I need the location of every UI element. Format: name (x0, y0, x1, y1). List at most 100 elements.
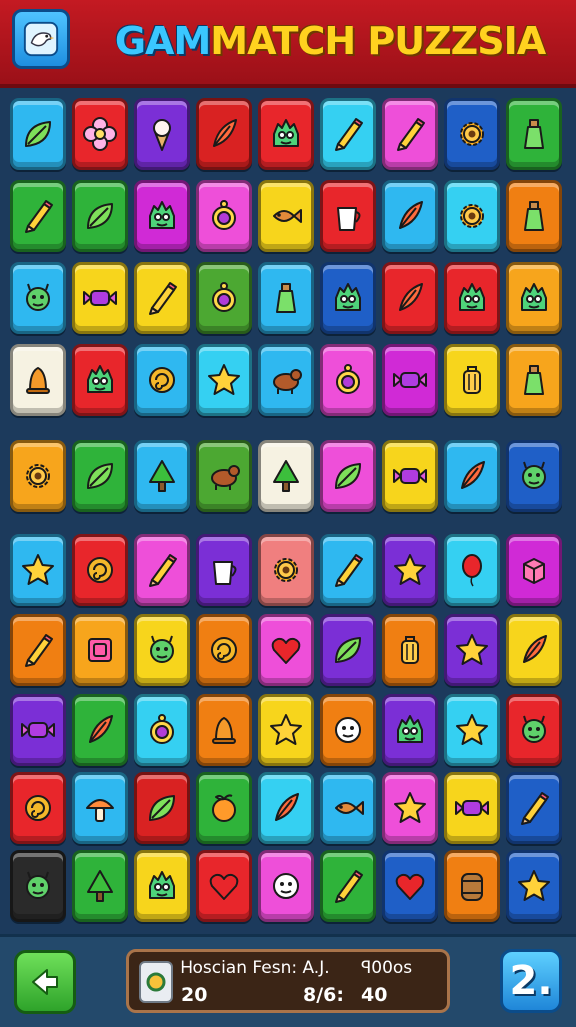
game-tile[interactable] (134, 772, 190, 844)
bottom-bar: Ꮋoscian Fesn: A.J. ꟼ00os 20 8/6: 40 2. (0, 934, 576, 1027)
game-tile[interactable] (134, 850, 190, 922)
game-tile[interactable] (10, 440, 66, 512)
game-tile[interactable] (134, 440, 190, 512)
game-tile[interactable] (10, 694, 66, 766)
game-tile[interactable] (196, 440, 252, 512)
back-button[interactable] (14, 950, 76, 1014)
game-tile[interactable] (382, 440, 438, 512)
game-tile[interactable] (258, 180, 314, 252)
game-tile[interactable] (506, 772, 562, 844)
game-tile[interactable] (72, 772, 128, 844)
game-tile[interactable] (72, 694, 128, 766)
game-tile[interactable] (134, 180, 190, 252)
game-tile[interactable] (10, 180, 66, 252)
game-tile[interactable] (10, 262, 66, 334)
game-tile[interactable] (444, 534, 500, 606)
game-tile[interactable] (196, 534, 252, 606)
game-tile[interactable] (134, 98, 190, 170)
game-tile[interactable] (382, 694, 438, 766)
game-tile[interactable] (134, 344, 190, 416)
game-tile[interactable] (10, 772, 66, 844)
leaf-icon (25, 121, 51, 147)
game-tile[interactable] (506, 534, 562, 606)
game-tile[interactable] (72, 98, 128, 170)
game-tile[interactable] (196, 694, 252, 766)
pencil-icon (149, 554, 177, 587)
game-tile[interactable] (506, 262, 562, 334)
game-tile[interactable] (258, 694, 314, 766)
game-tile[interactable] (258, 440, 314, 512)
game-tile[interactable] (258, 772, 314, 844)
game-tile[interactable] (72, 534, 128, 606)
game-tile[interactable] (196, 344, 252, 416)
game-tile[interactable] (10, 534, 66, 606)
game-tile[interactable] (444, 98, 500, 170)
game-tile[interactable] (258, 344, 314, 416)
game-tile[interactable] (506, 614, 562, 686)
game-tile[interactable] (134, 614, 190, 686)
game-tile[interactable] (382, 98, 438, 170)
game-tile[interactable] (444, 344, 500, 416)
game-tile[interactable] (444, 614, 500, 686)
game-tile[interactable] (10, 614, 66, 686)
game-tile[interactable] (506, 180, 562, 252)
game-tile[interactable] (10, 850, 66, 922)
game-tile[interactable] (382, 180, 438, 252)
game-tile[interactable] (382, 772, 438, 844)
game-tile[interactable] (444, 772, 500, 844)
game-tile[interactable] (72, 262, 128, 334)
monster-icon (521, 283, 547, 311)
game-tile[interactable] (134, 534, 190, 606)
game-tile[interactable] (258, 262, 314, 334)
game-tile[interactable] (72, 344, 128, 416)
game-tile[interactable] (506, 98, 562, 170)
game-tile[interactable] (320, 440, 376, 512)
game-tile[interactable] (196, 180, 252, 252)
game-tile[interactable] (134, 262, 190, 334)
game-tile[interactable] (320, 694, 376, 766)
game-tile[interactable] (196, 850, 252, 922)
game-tile[interactable] (506, 694, 562, 766)
game-tile[interactable] (444, 440, 500, 512)
game-tile[interactable] (382, 534, 438, 606)
game-tile[interactable] (382, 850, 438, 922)
game-tile[interactable] (320, 344, 376, 416)
game-tile[interactable] (258, 534, 314, 606)
game-tile[interactable] (258, 98, 314, 170)
game-tile[interactable] (196, 614, 252, 686)
game-tile[interactable] (320, 534, 376, 606)
game-tile[interactable] (382, 614, 438, 686)
game-tile[interactable] (506, 850, 562, 922)
game-tile[interactable] (72, 614, 128, 686)
game-tile[interactable] (506, 344, 562, 416)
game-tile[interactable] (10, 98, 66, 170)
game-tile[interactable] (506, 440, 562, 512)
game-tile[interactable] (320, 850, 376, 922)
game-tile[interactable] (320, 180, 376, 252)
level-button[interactable]: 2. (500, 949, 562, 1013)
game-tile[interactable] (72, 440, 128, 512)
game-tile[interactable] (258, 850, 314, 922)
game-tile[interactable] (134, 694, 190, 766)
game-tile[interactable] (196, 98, 252, 170)
game-tile[interactable] (72, 850, 128, 922)
game-tile[interactable] (444, 850, 500, 922)
pencil-icon (25, 634, 53, 667)
game-tile[interactable] (10, 344, 66, 416)
ring-icon (150, 714, 174, 744)
game-tile[interactable] (382, 344, 438, 416)
game-tile[interactable] (258, 614, 314, 686)
game-tile[interactable] (320, 262, 376, 334)
game-tile[interactable] (72, 180, 128, 252)
menu-button[interactable] (12, 9, 70, 69)
game-tile[interactable] (320, 98, 376, 170)
game-tile[interactable] (382, 262, 438, 334)
game-tile[interactable] (196, 772, 252, 844)
game-tile[interactable] (320, 772, 376, 844)
game-tile[interactable] (444, 180, 500, 252)
game-tile[interactable] (320, 614, 376, 686)
game-tile[interactable] (444, 262, 500, 334)
game-tile[interactable] (444, 694, 500, 766)
cup-icon (337, 207, 361, 231)
game-tile[interactable] (196, 262, 252, 334)
